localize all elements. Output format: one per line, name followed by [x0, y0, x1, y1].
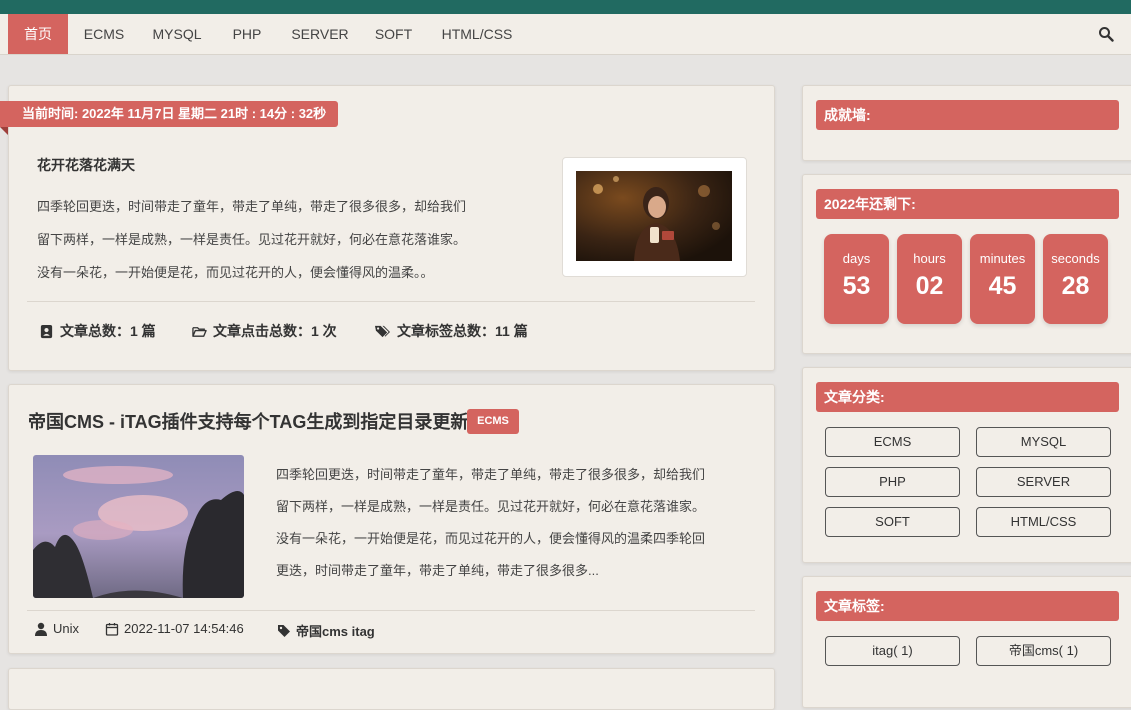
next-post-card	[8, 668, 775, 710]
intro-photo	[576, 171, 732, 261]
countdown-seconds-value: 28	[1061, 272, 1090, 300]
sky-photo	[33, 455, 244, 598]
tag-icon	[278, 624, 290, 637]
post-line: 留下两样，一样是成熟，一样是责任。见过花开就好，何必在意花落谁家。	[276, 499, 706, 514]
categories-heading: 文章分类:	[816, 382, 1119, 412]
intro-text: 四季轮回更迭，时间带走了童年，带走了单纯，带走了很多很多，却给我们 留下两样，一…	[37, 190, 517, 289]
stat-click-count-text: 文章点击总数：1 次	[213, 323, 337, 339]
countdown-hours-label: hours	[913, 251, 946, 266]
post-author-name[interactable]: Unix	[53, 621, 79, 636]
post-excerpt: 四季轮回更迭，时间带走了童年，带走了单纯，带走了很多很多，却给我们 留下两样，一…	[276, 459, 746, 587]
achievements-heading: 成就墙:	[816, 100, 1119, 130]
tag-itag[interactable]: itag( 1)	[825, 636, 960, 666]
countdown-days-label: days	[842, 251, 871, 266]
countdown-minutes: minutes 45	[970, 234, 1035, 324]
intro-line: 四季轮回更迭，时间带走了童年，带走了单纯，带走了很多很多，却给我们	[37, 199, 467, 214]
post-tags-text[interactable]: 帝国cms itag	[296, 621, 375, 640]
countdown-seconds: seconds 28	[1043, 234, 1108, 324]
stat-post-count: 文章总数：1 篇	[39, 321, 156, 341]
countdown-heading: 2022年还剩下:	[816, 189, 1119, 219]
post-tags: 帝国cms itag	[277, 621, 375, 640]
tags-icon	[375, 325, 390, 337]
countdown-hours: hours 02	[897, 234, 962, 324]
category-server[interactable]: SERVER	[976, 467, 1111, 497]
calendar-icon	[105, 622, 119, 636]
ribbon-fold	[0, 127, 8, 135]
nav-item-server[interactable]: SERVER	[285, 14, 355, 54]
intro-divider	[27, 301, 755, 302]
nav-item-php[interactable]: PHP	[222, 14, 272, 54]
post-author: Unix	[34, 621, 79, 636]
post-line: 更迭，时间带走了童年，带走了单纯，带走了很多很多...	[276, 563, 599, 578]
countdown-hours-value: 02	[915, 272, 944, 300]
intro-title: 花开花落花满天	[37, 157, 135, 173]
post-title[interactable]: 帝国CMS - iTAG插件支持每个TAG生成到指定目录更新	[28, 408, 468, 434]
category-ecms[interactable]: ECMS	[825, 427, 960, 457]
post-date: 2022-11-07 14:54:46	[105, 621, 244, 636]
nav-item-home[interactable]: 首页	[8, 14, 68, 54]
stat-tag-count-text: 文章标签总数：11 篇	[397, 323, 528, 339]
post-line: 没有一朵花，一开始便是花，而见过花开的人，便会懂得风的温柔四季轮回	[276, 531, 706, 546]
category-php[interactable]: PHP	[825, 467, 960, 497]
tag-empirecms[interactable]: 帝国cms( 1)	[976, 636, 1111, 666]
category-htmlcss[interactable]: HTML/CSS	[976, 507, 1111, 537]
countdown-days: days 53	[824, 234, 889, 324]
nav-item-soft[interactable]: SOFT	[366, 14, 421, 54]
nav-item-htmlcss[interactable]: HTML/CSS	[433, 14, 521, 54]
search-icon[interactable]	[1098, 26, 1114, 42]
stat-post-count-text: 文章总数：1 篇	[60, 323, 156, 339]
post-divider	[27, 610, 755, 611]
post-thumbnail[interactable]	[33, 455, 244, 598]
stat-tag-count: 文章标签总数：11 篇	[374, 321, 528, 341]
current-time-bar: 当前时间: 2022年 11月7日 星期二 21时 : 14分 : 32秒	[0, 101, 339, 127]
tags-heading: 文章标签:	[816, 591, 1119, 621]
countdown-seconds-label: seconds	[1051, 251, 1100, 266]
address-book-icon	[40, 324, 53, 338]
post-line: 四季轮回更迭，时间带走了童年，带走了单纯，带走了很多很多，却给我们	[276, 467, 706, 482]
main-nav: 首页 ECMS MYSQL PHP SERVER SOFT HTML/CSS	[0, 14, 1131, 55]
folder-open-icon	[192, 326, 207, 337]
intro-line: 没有一朵花，一开始便是花，而见过花开的人，便会懂得风的温柔。。	[37, 265, 434, 280]
countdown-days-value: 53	[842, 272, 871, 300]
countdown-minutes-label: minutes	[979, 251, 1026, 266]
user-icon	[35, 622, 47, 636]
category-soft[interactable]: SOFT	[825, 507, 960, 537]
intro-image-frame	[562, 157, 747, 277]
top-accent-strip	[0, 0, 1131, 14]
countdown-minutes-value: 45	[988, 272, 1017, 300]
intro-line: 留下两样，一样是成熟，一样是责任。见过花开就好，何必在意花落谁家。	[37, 232, 467, 247]
stat-click-count: 文章点击总数：1 次	[192, 321, 337, 341]
nav-item-mysql[interactable]: MYSQL	[143, 14, 211, 54]
nav-item-ecms[interactable]: ECMS	[74, 14, 134, 54]
category-mysql[interactable]: MYSQL	[976, 427, 1111, 457]
category-badge[interactable]: ECMS	[467, 409, 519, 434]
post-date-text: 2022-11-07 14:54:46	[124, 621, 244, 636]
